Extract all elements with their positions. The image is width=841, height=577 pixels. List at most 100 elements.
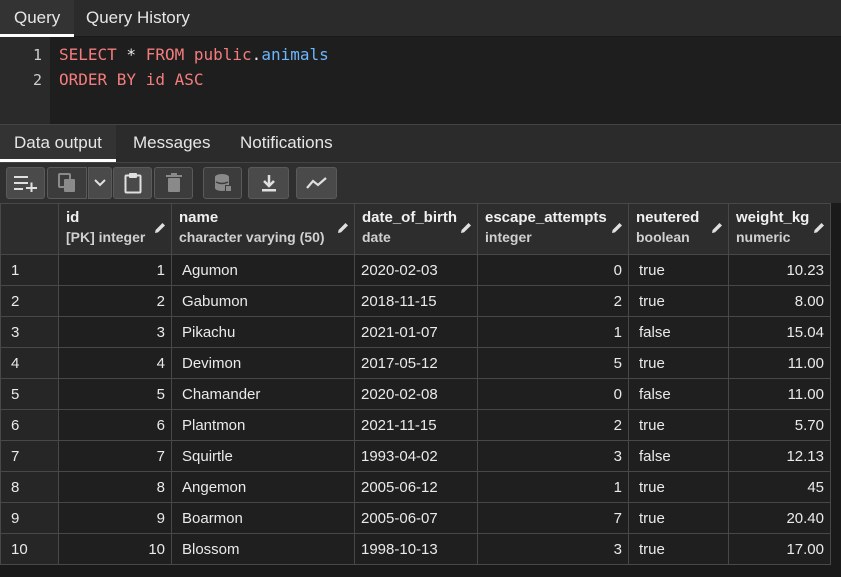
cell-name[interactable]: Squirtle — [171, 440, 355, 472]
row-number[interactable]: 1 — [0, 254, 59, 286]
edit-icon[interactable] — [812, 221, 826, 235]
cell-weight-kg[interactable]: 8.00 — [728, 285, 831, 317]
cell-neutered[interactable]: true — [628, 409, 729, 441]
code-line-1[interactable]: SELECT * FROM public.animals — [59, 45, 329, 64]
row-number[interactable]: 8 — [0, 471, 59, 503]
cell-id[interactable]: 4 — [58, 347, 172, 379]
cell-id[interactable]: 2 — [58, 285, 172, 317]
tab-query-history[interactable]: Query History — [72, 0, 204, 37]
edit-icon[interactable] — [153, 221, 167, 235]
graph-visualiser-button[interactable] — [296, 167, 337, 199]
cell-weight-kg[interactable]: 15.04 — [728, 316, 831, 348]
cell-neutered[interactable]: true — [628, 347, 729, 379]
sql-editor[interactable]: 1 2 SELECT * FROM public.animals ORDER B… — [0, 37, 841, 124]
cell-neutered[interactable]: false — [628, 440, 729, 472]
edit-icon[interactable] — [459, 221, 473, 235]
cell-id[interactable]: 6 — [58, 409, 172, 441]
cell-name[interactable]: Gabumon — [171, 285, 355, 317]
cell-date-of-birth[interactable]: 2021-01-07 — [354, 316, 478, 348]
cell-date-of-birth[interactable]: 1998-10-13 — [354, 533, 478, 565]
delete-button[interactable] — [154, 167, 193, 199]
cell-id[interactable]: 1 — [58, 254, 172, 286]
cell-name[interactable]: Angemon — [171, 471, 355, 503]
edit-icon[interactable] — [610, 221, 624, 235]
cell-weight-kg[interactable]: 10.23 — [728, 254, 831, 286]
cell-escape-attempts[interactable]: 5 — [477, 347, 629, 379]
cell-neutered[interactable]: true — [628, 502, 729, 534]
table-row[interactable]: 4 4 Devimon 2017-05-12 5 true 11.00 — [0, 347, 831, 379]
cell-date-of-birth[interactable]: 2005-06-07 — [354, 502, 478, 534]
column-header-id[interactable]: id [PK] integer — [58, 203, 172, 255]
cell-escape-attempts[interactable]: 7 — [477, 502, 629, 534]
table-row[interactable]: 6 6 Plantmon 2021-11-15 2 true 5.70 — [0, 409, 831, 441]
column-header-neutered[interactable]: neutered boolean — [628, 203, 729, 255]
cell-escape-attempts[interactable]: 3 — [477, 440, 629, 472]
cell-escape-attempts[interactable]: 0 — [477, 254, 629, 286]
cell-id[interactable]: 5 — [58, 378, 172, 410]
row-number[interactable]: 2 — [0, 285, 59, 317]
cell-id[interactable]: 9 — [58, 502, 172, 534]
column-header-escape-attempts[interactable]: escape_attempts integer — [477, 203, 629, 255]
cell-weight-kg[interactable]: 20.40 — [728, 502, 831, 534]
cell-name[interactable]: Pikachu — [171, 316, 355, 348]
save-data-button[interactable] — [203, 167, 242, 199]
cell-neutered[interactable]: true — [628, 533, 729, 565]
row-number[interactable]: 3 — [0, 316, 59, 348]
code-line-2[interactable]: ORDER BY id ASC — [59, 70, 204, 89]
cell-weight-kg[interactable]: 5.70 — [728, 409, 831, 441]
cell-neutered[interactable]: true — [628, 254, 729, 286]
paste-button[interactable] — [113, 167, 152, 199]
tab-data-output[interactable]: Data output — [0, 125, 116, 162]
cell-name[interactable]: Chamander — [171, 378, 355, 410]
edit-icon[interactable] — [336, 221, 350, 235]
cell-date-of-birth[interactable]: 2020-02-08 — [354, 378, 478, 410]
cell-neutered[interactable]: false — [628, 378, 729, 410]
cell-id[interactable]: 8 — [58, 471, 172, 503]
cell-weight-kg[interactable]: 11.00 — [728, 347, 831, 379]
cell-id[interactable]: 7 — [58, 440, 172, 472]
row-number[interactable]: 7 — [0, 440, 59, 472]
cell-name[interactable]: Agumon — [171, 254, 355, 286]
cell-escape-attempts[interactable]: 2 — [477, 409, 629, 441]
column-header-date-of-birth[interactable]: date_of_birth date — [354, 203, 478, 255]
cell-date-of-birth[interactable]: 2005-06-12 — [354, 471, 478, 503]
cell-id[interactable]: 10 — [58, 533, 172, 565]
cell-escape-attempts[interactable]: 2 — [477, 285, 629, 317]
row-number[interactable]: 5 — [0, 378, 59, 410]
row-number-header[interactable] — [0, 203, 59, 255]
edit-icon[interactable] — [710, 221, 724, 235]
table-row[interactable]: 10 10 Blossom 1998-10-13 3 true 17.00 — [0, 533, 831, 565]
cell-id[interactable]: 3 — [58, 316, 172, 348]
cell-weight-kg[interactable]: 11.00 — [728, 378, 831, 410]
cell-date-of-birth[interactable]: 2021-11-15 — [354, 409, 478, 441]
table-row[interactable]: 7 7 Squirtle 1993-04-02 3 false 12.13 — [0, 440, 831, 472]
column-header-weight-kg[interactable]: weight_kg numeric — [728, 203, 831, 255]
cell-date-of-birth[interactable]: 2020-02-03 — [354, 254, 478, 286]
tab-notifications[interactable]: Notifications — [226, 125, 347, 162]
cell-date-of-birth[interactable]: 2018-11-15 — [354, 285, 478, 317]
cell-escape-attempts[interactable]: 3 — [477, 533, 629, 565]
cell-name[interactable]: Blossom — [171, 533, 355, 565]
cell-escape-attempts[interactable]: 0 — [477, 378, 629, 410]
cell-date-of-birth[interactable]: 1993-04-02 — [354, 440, 478, 472]
row-number[interactable]: 9 — [0, 502, 59, 534]
cell-date-of-birth[interactable]: 2017-05-12 — [354, 347, 478, 379]
copy-options-dropdown[interactable] — [88, 167, 112, 199]
row-number[interactable]: 10 — [0, 533, 59, 565]
cell-neutered[interactable]: true — [628, 471, 729, 503]
tab-messages[interactable]: Messages — [119, 125, 224, 162]
cell-escape-attempts[interactable]: 1 — [477, 316, 629, 348]
cell-escape-attempts[interactable]: 1 — [477, 471, 629, 503]
row-number[interactable]: 6 — [0, 409, 59, 441]
column-header-name[interactable]: name character varying (50) — [171, 203, 355, 255]
cell-name[interactable]: Plantmon — [171, 409, 355, 441]
table-row[interactable]: 5 5 Chamander 2020-02-08 0 false 11.00 — [0, 378, 831, 410]
table-row[interactable]: 1 1 Agumon 2020-02-03 0 true 10.23 — [0, 254, 831, 286]
download-button[interactable] — [248, 167, 289, 199]
cell-weight-kg[interactable]: 17.00 — [728, 533, 831, 565]
table-row[interactable]: 2 2 Gabumon 2018-11-15 2 true 8.00 — [0, 285, 831, 317]
tab-query[interactable]: Query — [0, 0, 75, 37]
add-row-button[interactable] — [6, 167, 45, 199]
table-row[interactable]: 8 8 Angemon 2005-06-12 1 true 45 — [0, 471, 831, 503]
row-number[interactable]: 4 — [0, 347, 59, 379]
